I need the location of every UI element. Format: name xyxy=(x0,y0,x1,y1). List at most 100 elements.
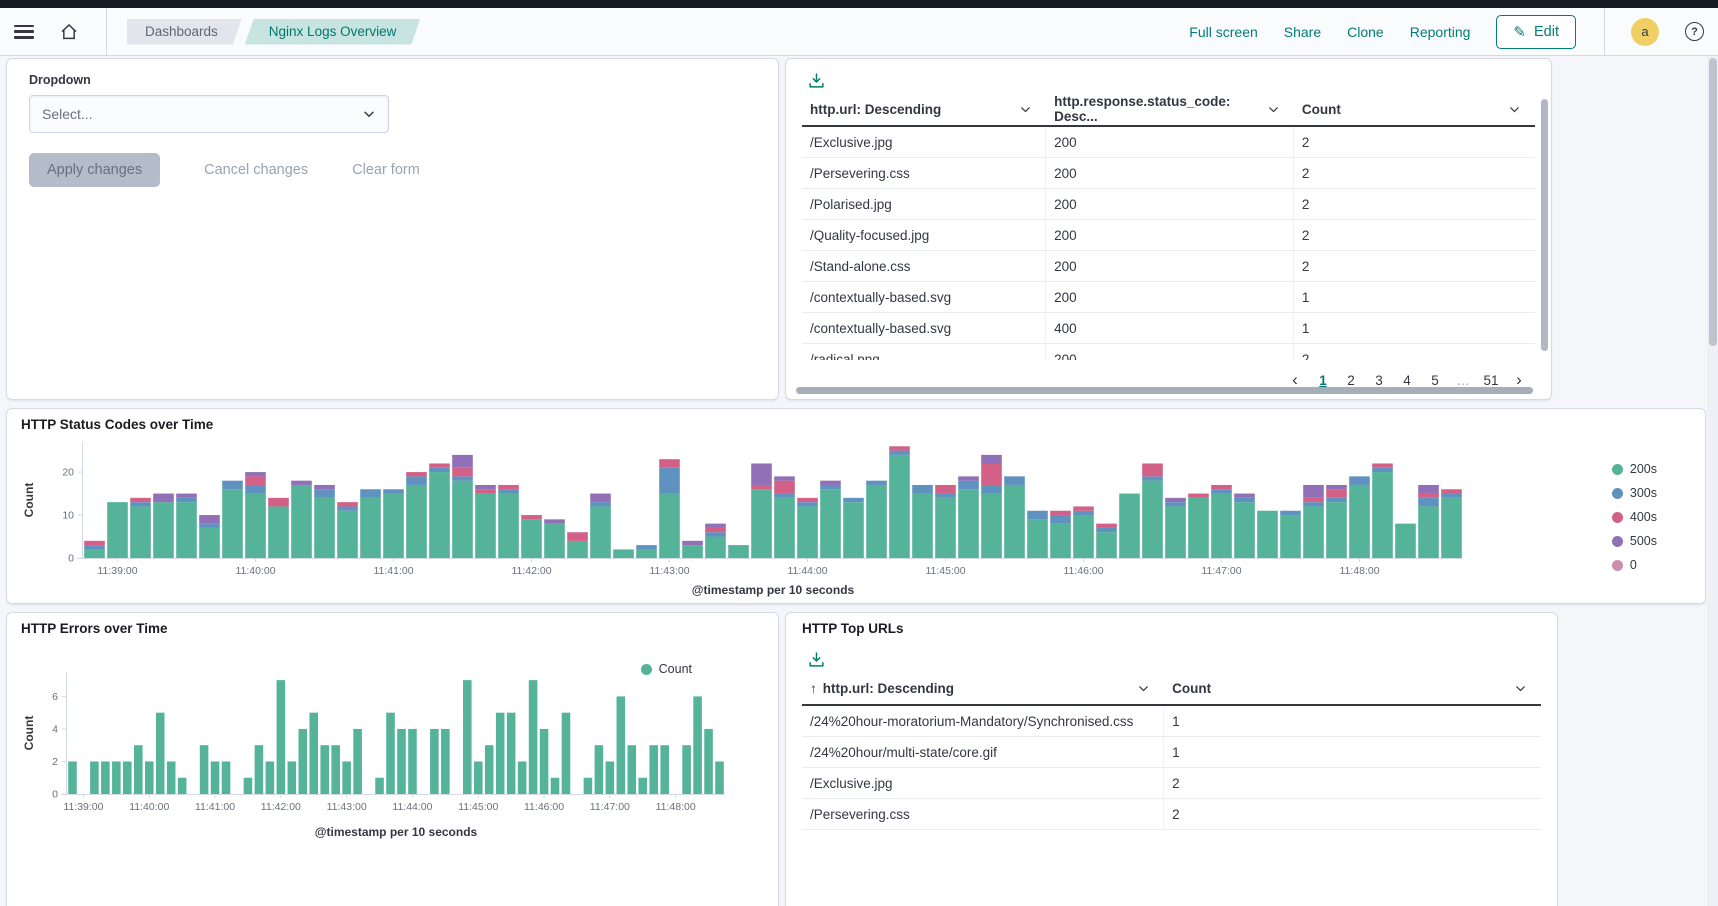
column-header[interactable]: ↑http.url: Descending xyxy=(802,681,1164,696)
status-table-panel: http.url: Descending http.response.status… xyxy=(785,58,1552,400)
svg-text:11:44:00: 11:44:00 xyxy=(787,565,827,577)
legend-dot xyxy=(1612,464,1623,475)
download-icon[interactable] xyxy=(808,651,825,668)
download-icon[interactable] xyxy=(808,72,825,89)
legend-label: 200s xyxy=(1630,462,1657,476)
legend-label: 500s xyxy=(1630,534,1657,548)
svg-text:11:48:00: 11:48:00 xyxy=(656,801,696,813)
table-cell: /Persevering.css xyxy=(802,158,1046,188)
top-navbar: Dashboards Nginx Logs Overview Full scre… xyxy=(0,8,1718,56)
column-header-label: Count xyxy=(1172,681,1211,696)
clone-link[interactable]: Clone xyxy=(1347,24,1384,40)
table-cell: 2 xyxy=(1294,189,1535,219)
errors-bar-chart[interactable]: 024611:39:0011:40:0011:41:0011:42:0011:4… xyxy=(21,636,737,842)
svg-text:11:47:00: 11:47:00 xyxy=(590,801,630,813)
svg-text:20: 20 xyxy=(62,467,74,479)
svg-text:11:44:00: 11:44:00 xyxy=(392,801,432,813)
svg-text:4: 4 xyxy=(52,723,58,735)
table-cell: 400 xyxy=(1046,313,1294,343)
vertical-scrollbar[interactable] xyxy=(1541,99,1548,351)
svg-text:11:41:00: 11:41:00 xyxy=(195,801,235,813)
apply-changes-button[interactable]: Apply changes xyxy=(29,153,160,187)
divider xyxy=(1604,8,1605,56)
column-header-label: http.url: Descending xyxy=(810,102,941,117)
chart-legend: Count xyxy=(641,662,692,676)
chevron-down-icon xyxy=(1019,103,1032,116)
legend-dot xyxy=(1612,512,1623,523)
column-header-label: http.response.status_code: Desc... xyxy=(1054,94,1267,124)
table-cell: 200 xyxy=(1046,127,1294,157)
chevron-down-icon xyxy=(1508,103,1521,116)
status-table-header: http.url: Descending http.response.status… xyxy=(802,93,1535,127)
legend-item-500s[interactable]: 500s xyxy=(1612,534,1657,548)
avatar[interactable]: a xyxy=(1631,18,1659,46)
table-row: /24%20hour/multi-state/core.gif1 xyxy=(802,737,1541,768)
top-urls-panel: HTTP Top URLs ↑http.url: DescendingCount… xyxy=(785,612,1558,906)
dropdown-select[interactable]: Select... xyxy=(29,95,389,133)
help-icon[interactable]: ? xyxy=(1685,22,1704,41)
status-codes-stacked-bar-chart[interactable]: 0102011:39:0011:40:0011:41:0011:42:0011:… xyxy=(21,432,1481,600)
table-cell: /Exclusive.jpg xyxy=(802,768,1164,798)
table-cell: /contextually-based.svg xyxy=(802,313,1046,343)
cancel-changes-button[interactable]: Cancel changes xyxy=(204,162,308,178)
share-link[interactable]: Share xyxy=(1284,24,1321,40)
home-icon[interactable] xyxy=(52,15,86,49)
divider xyxy=(106,8,107,56)
menu-icon[interactable] xyxy=(14,25,34,39)
pencil-icon: ✎ xyxy=(1513,23,1526,41)
page-scrollbar-track[interactable] xyxy=(1707,56,1718,906)
table-cell: /Quality-focused.jpg xyxy=(802,220,1046,250)
column-header-label: Count xyxy=(1302,102,1341,117)
legend-label: Count xyxy=(659,662,692,676)
table-row: /contextually-based.svg4001 xyxy=(802,313,1535,344)
table-cell: 2 xyxy=(1294,251,1535,281)
breadcrumb-current-dashboard: Nginx Logs Overview xyxy=(245,19,421,45)
legend-dot xyxy=(1612,536,1623,547)
svg-text:10: 10 xyxy=(62,510,74,522)
reporting-link[interactable]: Reporting xyxy=(1410,24,1471,40)
table-cell: 200 xyxy=(1046,158,1294,188)
status-table-body: /Exclusive.jpg2002/Persevering.css2002/P… xyxy=(802,127,1535,360)
sort-ascending-icon: ↑ xyxy=(810,681,817,696)
legend-item-200s[interactable]: 200s xyxy=(1612,462,1657,476)
svg-text:11:47:00: 11:47:00 xyxy=(1201,565,1241,577)
column-header[interactable]: Count xyxy=(1294,102,1535,117)
table-row: /Exclusive.jpg2 xyxy=(802,768,1541,799)
svg-text:11:39:00: 11:39:00 xyxy=(63,801,103,813)
edit-button[interactable]: ✎ Edit xyxy=(1496,15,1576,49)
page-scrollbar-thumb[interactable] xyxy=(1709,58,1717,346)
chevron-down-icon xyxy=(1267,103,1280,116)
column-header[interactable]: Count xyxy=(1164,681,1541,696)
legend-label: 300s xyxy=(1630,486,1657,500)
legend-item-300s[interactable]: 300s xyxy=(1612,486,1657,500)
legend-item-Count[interactable]: Count xyxy=(641,662,692,676)
table-cell: 200 xyxy=(1046,251,1294,281)
panel-title: HTTP Status Codes over Time xyxy=(21,417,1691,432)
table-cell: 1 xyxy=(1294,313,1535,343)
table-row: /Persevering.css2 xyxy=(802,799,1541,830)
edit-button-label: Edit xyxy=(1534,24,1559,40)
top-urls-table-body: /24%20hour-moratorium-Mandatory/Synchron… xyxy=(802,706,1541,830)
controls-panel: Dropdown Select... Apply changes Cancel … xyxy=(6,58,779,400)
column-header[interactable]: http.url: Descending xyxy=(802,102,1046,117)
svg-text:11:45:00: 11:45:00 xyxy=(458,801,498,813)
clear-form-button[interactable]: Clear form xyxy=(352,162,420,178)
legend-item-400s[interactable]: 400s xyxy=(1612,510,1657,524)
top-urls-table-header: ↑http.url: Descending Count xyxy=(802,672,1541,706)
horizontal-scrollbar[interactable] xyxy=(796,387,1533,394)
breadcrumb: Dashboards Nginx Logs Overview xyxy=(127,19,420,45)
legend-dot xyxy=(1612,560,1623,571)
table-cell: /Polarised.jpg xyxy=(802,189,1046,219)
legend-item-0[interactable]: 0 xyxy=(1612,558,1657,572)
full-screen-link[interactable]: Full screen xyxy=(1189,24,1257,40)
legend-label: 0 xyxy=(1630,558,1637,572)
svg-text:11:46:00: 11:46:00 xyxy=(524,801,564,813)
table-row: /24%20hour-moratorium-Mandatory/Synchron… xyxy=(802,706,1541,737)
breadcrumb-dashboards[interactable]: Dashboards xyxy=(127,19,242,45)
table-cell: 200 xyxy=(1046,220,1294,250)
legend-label: 400s xyxy=(1630,510,1657,524)
table-cell: 2 xyxy=(1294,158,1535,188)
table-cell: /24%20hour/multi-state/core.gif xyxy=(802,737,1164,767)
table-cell: 1 xyxy=(1294,282,1535,312)
column-header[interactable]: http.response.status_code: Desc... xyxy=(1046,94,1294,124)
